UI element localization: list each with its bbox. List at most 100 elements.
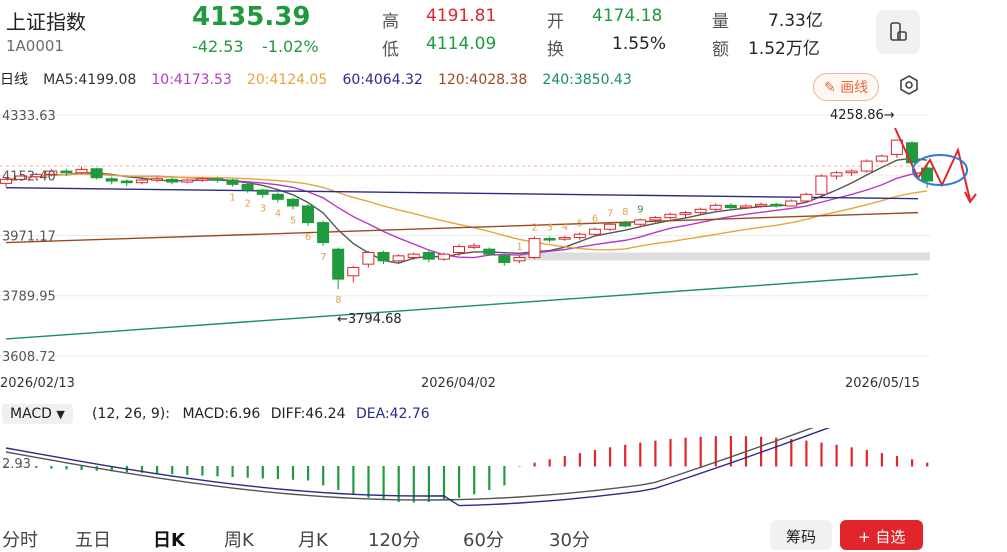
macd-histogram-bar bbox=[518, 466, 521, 467]
macd-histogram-bar bbox=[367, 466, 370, 498]
caret-down-icon: ▼ bbox=[56, 408, 65, 421]
ma60-line bbox=[5, 186, 919, 200]
tab-five-day[interactable]: 五日 bbox=[75, 526, 111, 552]
td-count-mark: 2 bbox=[245, 199, 251, 210]
ma120-value: 120:4028.38 bbox=[437, 72, 528, 88]
stock-code: 1A0001 bbox=[6, 37, 64, 55]
candle-body bbox=[860, 160, 873, 172]
td-count-mark: 5 bbox=[577, 219, 583, 230]
macd-histogram-bar bbox=[261, 466, 264, 479]
macd-readout: (12, 26, 9): MACD:6.96 DIFF:46.24 DEA:42… bbox=[92, 406, 430, 422]
candle-body bbox=[211, 178, 224, 181]
macd-histogram-bar bbox=[775, 437, 778, 467]
td-count-mark: 8 bbox=[335, 295, 341, 306]
sketch-arrow bbox=[894, 127, 971, 201]
macd-histogram-bar bbox=[231, 466, 234, 477]
macd-diff: DIFF:46.24 bbox=[270, 406, 346, 422]
macd-histogram-bar bbox=[442, 466, 446, 501]
td-count-mark: 6 bbox=[592, 214, 598, 225]
candle-body bbox=[407, 253, 420, 259]
macd-histogram-bar bbox=[699, 436, 702, 467]
hexagon-settings-icon bbox=[900, 75, 918, 95]
tab-daily-k[interactable]: 日K bbox=[153, 526, 185, 552]
candle-body bbox=[543, 238, 556, 241]
open-value: 4174.18 bbox=[592, 6, 663, 26]
macd-histogram-bar bbox=[669, 438, 672, 467]
macd-histogram-bar bbox=[639, 442, 642, 467]
candle-body bbox=[166, 178, 179, 183]
amount-label: 额 bbox=[712, 40, 729, 60]
draw-line-button[interactable]: ✎ 画线 bbox=[813, 73, 880, 101]
candle-body bbox=[724, 204, 737, 209]
y-tick-label: 3789.95 bbox=[2, 290, 56, 305]
high-label: 高 bbox=[382, 12, 399, 32]
macd-histogram-bar bbox=[307, 466, 310, 481]
td-count-mark: 7 bbox=[320, 252, 326, 263]
candle-body bbox=[468, 245, 481, 248]
ma240-line bbox=[5, 273, 919, 340]
screen-toggle-button[interactable] bbox=[876, 10, 920, 54]
macd-histogram-bar bbox=[397, 466, 400, 502]
macd-params: (12, 26, 9): bbox=[92, 406, 170, 422]
x-tick-mid: 2026/04/02 bbox=[421, 376, 496, 391]
kline-chart[interactable]: 4258.86→←3794.6812 3 4567812 3 4 5 6 7 8 9 4333.6… bbox=[0, 100, 1007, 400]
ma10-value: 10:4173.53 bbox=[151, 72, 232, 88]
candle-body bbox=[875, 155, 888, 162]
candle-body bbox=[785, 200, 798, 207]
high-annotation: 4258.86→ bbox=[830, 108, 895, 123]
macd-histogram-bar bbox=[291, 466, 295, 480]
macd-histogram-bar bbox=[895, 456, 899, 467]
td-count-mark: 6 bbox=[305, 232, 311, 243]
td-count-mark: 1 bbox=[230, 193, 236, 204]
candle-body bbox=[317, 222, 330, 244]
ma-legend: 日线 MA5:4199.08 10:4173.53 20:4124.05 60:… bbox=[0, 69, 642, 89]
tab-monthly-k[interactable]: 月K bbox=[298, 526, 328, 552]
tab-weekly-k[interactable]: 周K bbox=[224, 526, 254, 552]
low-value: 4114.09 bbox=[426, 34, 497, 54]
macd-histogram-bar bbox=[65, 466, 68, 470]
candle-body bbox=[90, 168, 103, 179]
macd-histogram-bar bbox=[835, 444, 838, 467]
macd-histogram-bar bbox=[156, 466, 159, 474]
candle-body bbox=[302, 205, 314, 224]
add-watchlist-button[interactable]: + 自选 bbox=[840, 520, 924, 550]
chips-button[interactable]: 筹码 bbox=[770, 520, 833, 550]
tab-60min[interactable]: 60分 bbox=[463, 526, 504, 552]
td-count-mark: 4 bbox=[562, 222, 568, 233]
low-annotation: ←3794.68 bbox=[337, 312, 402, 327]
macd-indicator-select[interactable]: MACD ▼ bbox=[2, 404, 73, 424]
candle-body bbox=[332, 248, 345, 280]
macd-histogram-bar bbox=[201, 466, 204, 476]
macd-select-label: MACD bbox=[10, 406, 52, 422]
macd-histogram-bar bbox=[805, 440, 808, 467]
candle-body bbox=[679, 212, 692, 215]
macd-histogram-bar bbox=[473, 466, 476, 495]
macd-histogram-bar bbox=[880, 452, 883, 467]
macd-histogram-bar bbox=[322, 466, 325, 486]
macd-histogram-bar bbox=[865, 450, 868, 467]
candle-body bbox=[181, 179, 194, 183]
y-tick-label: 3971.17 bbox=[2, 230, 56, 245]
high-value: 4191.81 bbox=[426, 6, 497, 26]
macd-histogram-bar bbox=[654, 440, 657, 467]
candle-body bbox=[815, 175, 828, 195]
y-tick-label: 4152.40 bbox=[2, 169, 56, 184]
amount-value: 1.52万亿 bbox=[748, 39, 820, 59]
low-label: 低 bbox=[382, 40, 399, 60]
tab-120min[interactable]: 120分 bbox=[368, 526, 420, 552]
macd-chart[interactable] bbox=[0, 428, 1007, 513]
settings-button[interactable] bbox=[898, 74, 920, 100]
tab-intraday[interactable]: 分时 bbox=[2, 526, 38, 552]
turnover-label: 换 bbox=[547, 40, 564, 60]
candle-body bbox=[513, 257, 526, 262]
y-tick-label: 3608.72 bbox=[2, 350, 56, 365]
macd-histogram-bar bbox=[412, 466, 415, 503]
td-count-mark: 8 bbox=[622, 207, 628, 218]
candle-body bbox=[604, 223, 616, 230]
candle-body bbox=[483, 248, 496, 255]
candle-body bbox=[845, 170, 858, 174]
candle-body bbox=[241, 183, 254, 191]
chips-label: 筹码 bbox=[786, 528, 817, 546]
tab-30min[interactable]: 30分 bbox=[549, 526, 590, 552]
candle-body bbox=[634, 219, 647, 225]
